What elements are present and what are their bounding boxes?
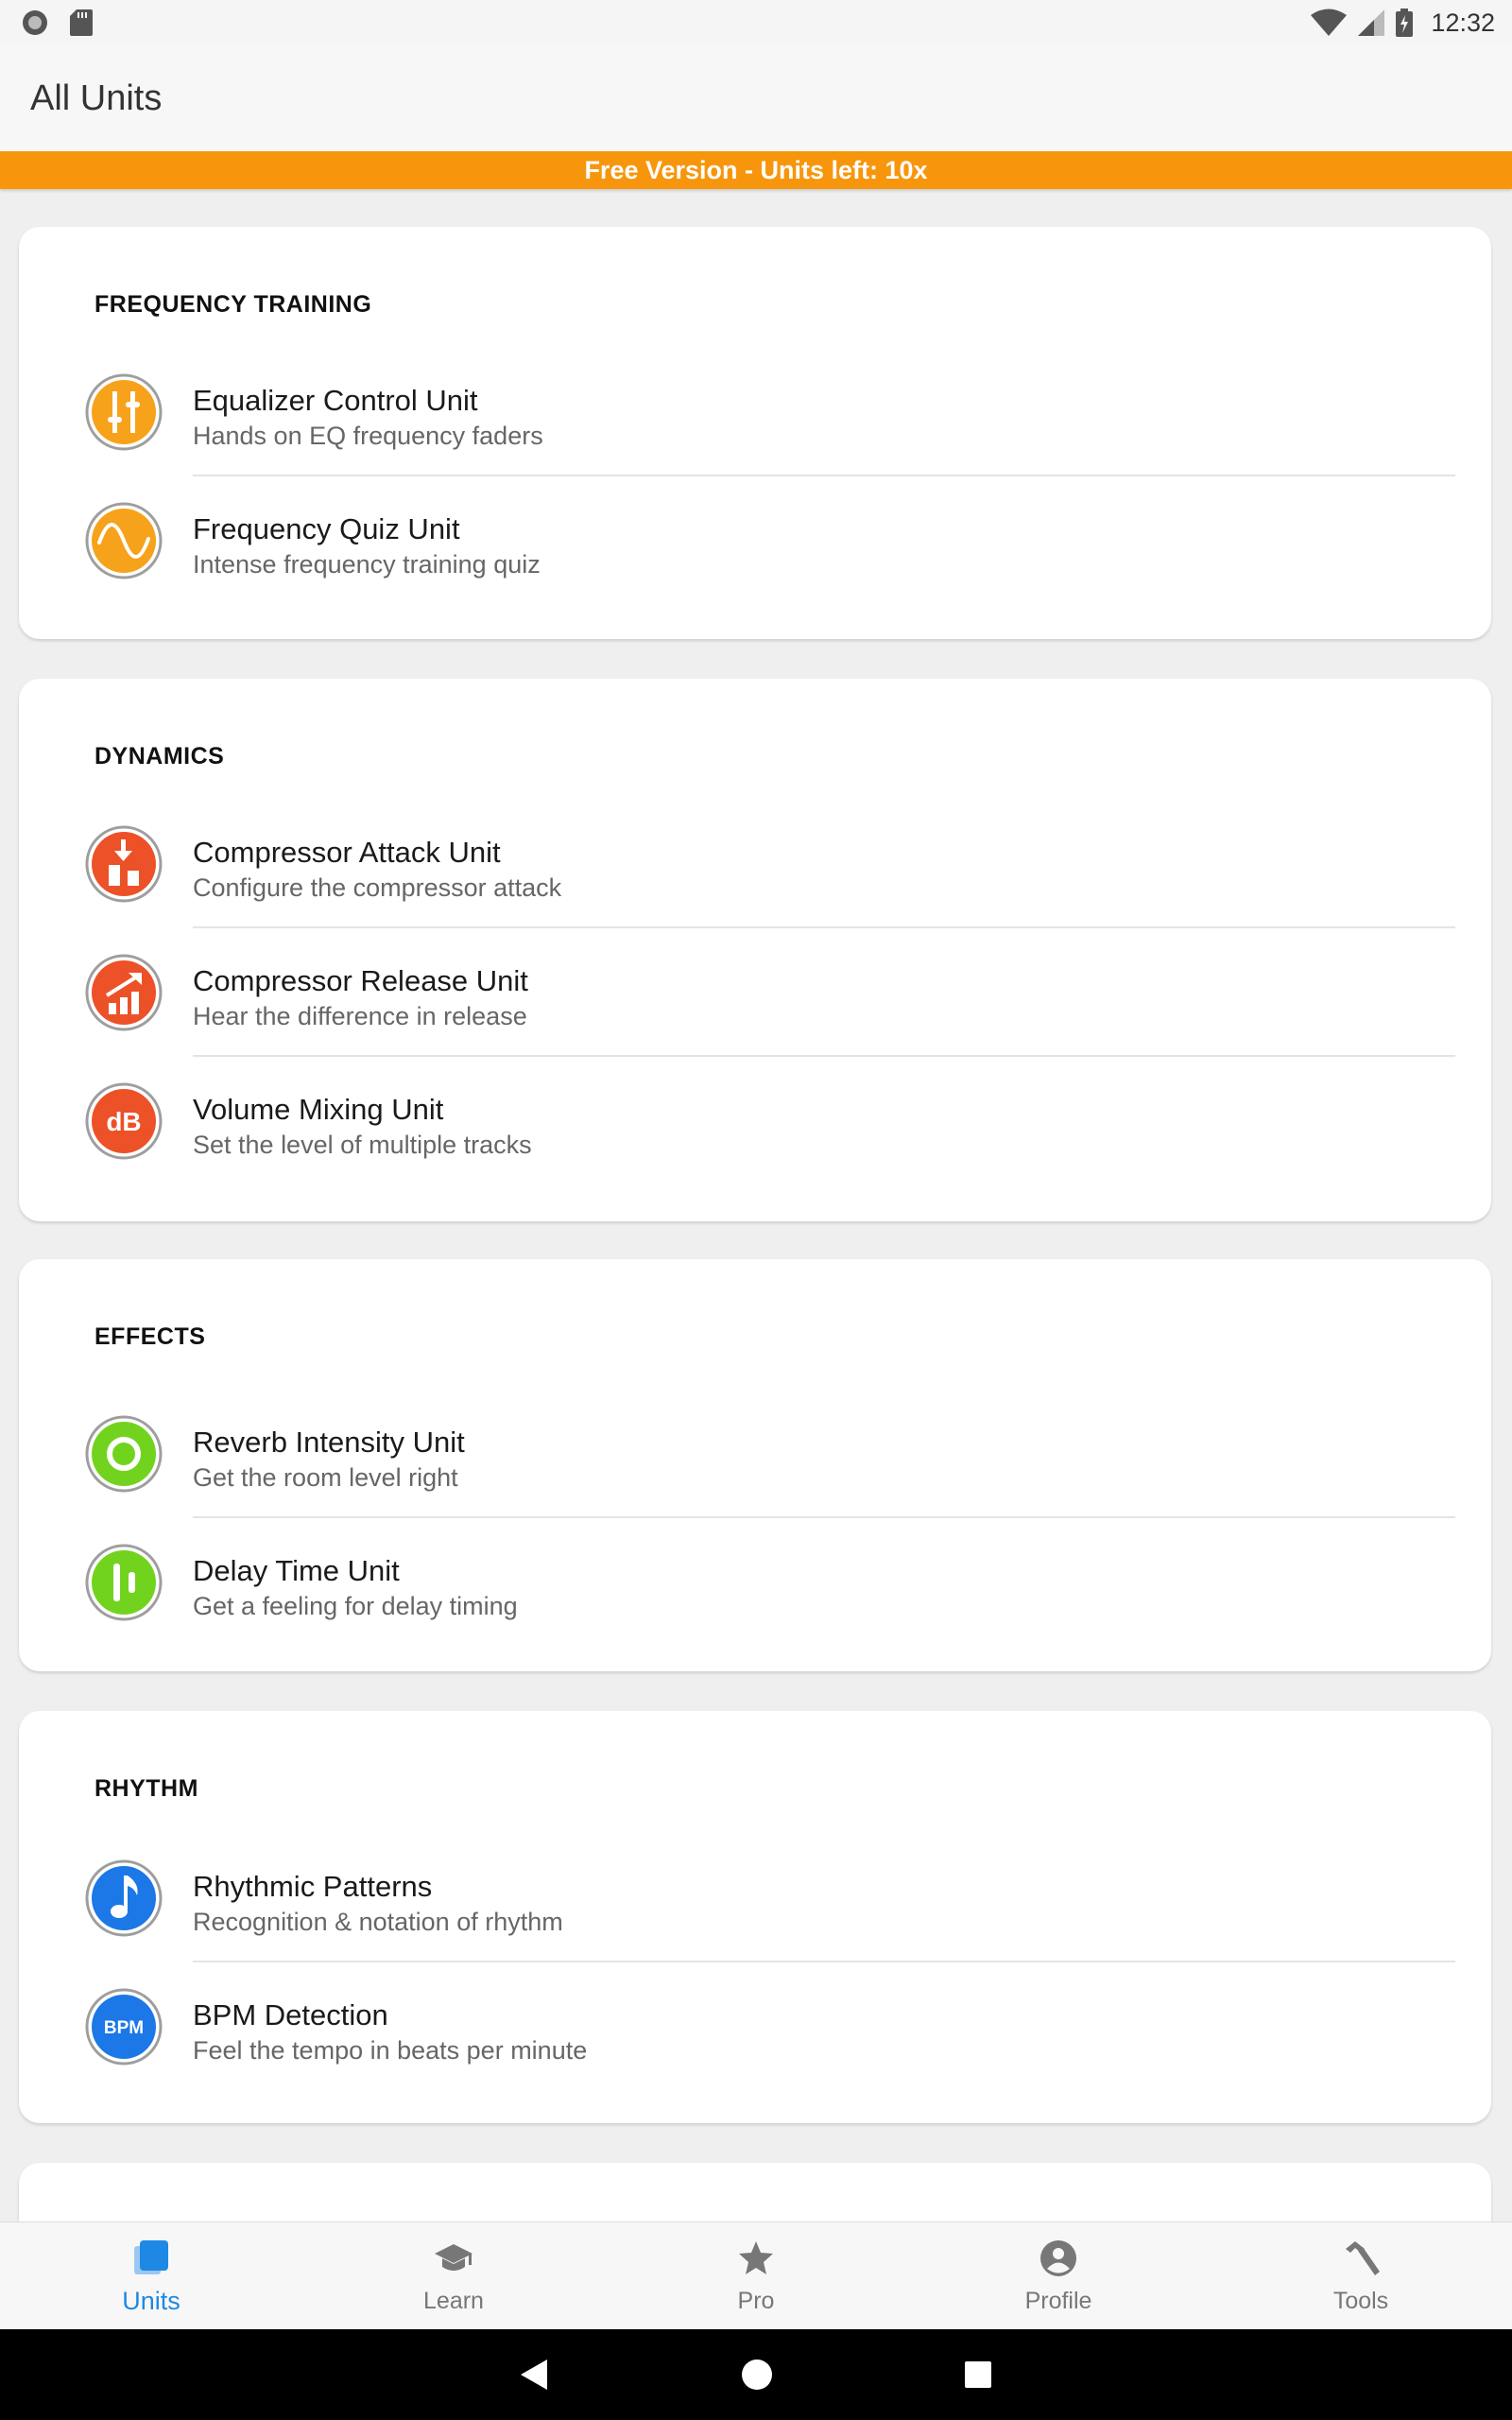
sd-card-icon	[70, 9, 93, 37]
bpm-icon: BPM	[85, 1988, 163, 2066]
music-note-icon	[85, 1859, 163, 1937]
nav-units[interactable]: Units	[0, 2222, 302, 2330]
nav-pro[interactable]: Pro	[605, 2222, 907, 2330]
unit-subtitle: Configure the compressor attack	[193, 873, 562, 902]
bpm-icon-text: BPM	[104, 2018, 144, 2038]
attack-icon	[85, 825, 163, 903]
unit-frequency-quiz[interactable]: Frequency Quiz Unit Intense frequency tr…	[19, 476, 1491, 605]
unit-rhythmic-patterns[interactable]: Rhythmic Patterns Recognition & notation…	[19, 1834, 1491, 1962]
unit-title: Compressor Attack Unit	[193, 836, 501, 869]
unit-title: BPM Detection	[193, 1998, 388, 2031]
recents-icon[interactable]	[963, 2360, 993, 2390]
back-icon[interactable]	[519, 2358, 551, 2392]
status-bar: 12:32	[0, 0, 1512, 45]
section-title: RHYTHM	[94, 1775, 198, 1802]
unit-title: Reverb Intensity Unit	[193, 1426, 465, 1459]
unit-title: Rhythmic Patterns	[193, 1870, 433, 1903]
delay-bars-icon	[85, 1544, 163, 1621]
unit-subtitle: Get the room level right	[193, 1463, 458, 1492]
sine-wave-icon	[85, 502, 163, 579]
unit-subtitle: Hear the difference in release	[193, 1002, 527, 1030]
clock: 12:32	[1431, 8, 1495, 37]
nav-label: Units	[122, 2287, 180, 2315]
unit-delay-time[interactable]: Delay Time Unit Get a feeling for delay …	[19, 1518, 1491, 1647]
unit-title: Frequency Quiz Unit	[193, 512, 460, 545]
unit-compressor-attack[interactable]: Compressor Attack Unit Configure the com…	[19, 800, 1491, 928]
unit-compressor-release[interactable]: Compressor Release Unit Hear the differe…	[19, 928, 1491, 1057]
unit-subtitle: Recognition & notation of rhythm	[193, 1908, 563, 1936]
cell-signal-icon	[1357, 9, 1385, 37]
nav-label: Profile	[1024, 2288, 1092, 2314]
app-bar: All Units	[0, 45, 1512, 151]
section-card-dynamics: DYNAMICS Compressor Attack Unit Configur…	[19, 679, 1491, 1221]
nav-learn[interactable]: Learn	[302, 2222, 605, 2330]
hammer-icon	[1340, 2238, 1382, 2284]
section-units-frequency-training: Equalizer Control Unit Hands on EQ frequ…	[19, 227, 1491, 639]
record-icon	[21, 9, 49, 37]
unit-subtitle: Set the level of multiple tracks	[193, 1131, 532, 1159]
account-circle-icon	[1038, 2238, 1079, 2284]
unit-subtitle: Intense frequency training quiz	[193, 550, 541, 579]
unit-subtitle: Feel the tempo in beats per minute	[193, 2036, 588, 2065]
sliders-icon	[85, 373, 163, 451]
ring-icon	[85, 1415, 163, 1493]
section-card-rhythm: RHYTHM Rhythmic Patterns Recognition & n…	[19, 1711, 1491, 2123]
nav-profile[interactable]: Profile	[907, 2222, 1210, 2330]
bottom-navigation: Units Learn Pro Profile Tools	[0, 2221, 1512, 2330]
unit-title: Compressor Release Unit	[193, 964, 528, 997]
unit-title: Delay Time Unit	[193, 1554, 400, 1587]
section-title: EFFECTS	[94, 1323, 206, 1350]
nav-label: Pro	[737, 2288, 775, 2314]
star-icon	[735, 2238, 777, 2284]
unit-volume-mixing[interactable]: dB Volume Mixing Unit Set the level of m…	[19, 1057, 1491, 1185]
nav-label: Learn	[423, 2288, 484, 2314]
unit-reverb-intensity[interactable]: Reverb Intensity Unit Get the room level…	[19, 1390, 1491, 1518]
wifi-icon	[1310, 9, 1348, 37]
units-icon	[130, 2237, 172, 2283]
db-icon: dB	[85, 1082, 163, 1160]
db-icon-text: dB	[106, 1107, 141, 1136]
page-title: All Units	[30, 78, 163, 118]
unit-bpm-detection[interactable]: BPM BPM Detection Feel the tempo in beat…	[19, 1962, 1491, 2091]
home-icon[interactable]	[740, 2358, 774, 2392]
unit-title: Equalizer Control Unit	[193, 384, 478, 417]
section-card-effects: EFFECTS Reverb Intensity Unit Get the ro…	[19, 1259, 1491, 1671]
release-icon	[85, 954, 163, 1031]
unit-equalizer-control[interactable]: Equalizer Control Unit Hands on EQ frequ…	[19, 348, 1491, 476]
section-title: DYNAMICS	[94, 743, 225, 769]
unit-subtitle: Hands on EQ frequency faders	[193, 422, 543, 450]
unit-subtitle: Get a feeling for delay timing	[193, 1592, 518, 1620]
nav-tools[interactable]: Tools	[1210, 2222, 1512, 2330]
system-navigation-bar	[0, 2329, 1512, 2420]
graduation-cap-icon	[433, 2238, 474, 2284]
battery-charging-icon	[1395, 9, 1414, 37]
free-version-banner[interactable]: Free Version - Units left: 10x	[0, 151, 1512, 189]
unit-title: Volume Mixing Unit	[193, 1093, 444, 1126]
nav-label: Tools	[1332, 2288, 1389, 2314]
